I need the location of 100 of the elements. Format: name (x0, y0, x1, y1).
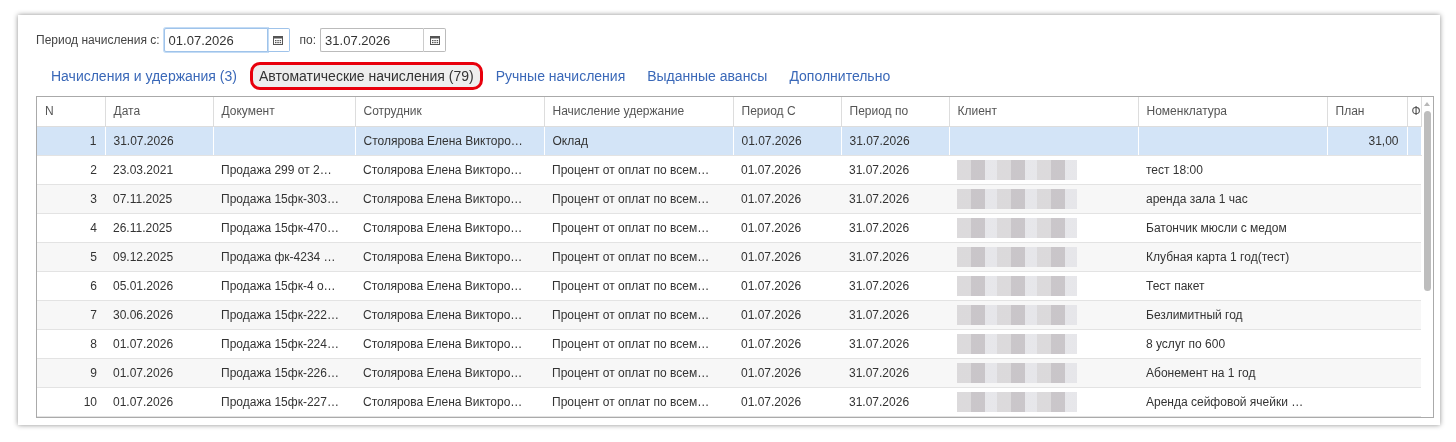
table-cell: Продажа 15фк-4 о… (221, 278, 336, 293)
table-cell: 2 (90, 162, 97, 177)
table-cell: тест 18:00 (1146, 162, 1203, 177)
table-cell: Безлимитный год (1146, 307, 1243, 322)
table-cell: 23.03.2021 (113, 162, 174, 177)
table-cell: аренда зала 1 час (1146, 191, 1248, 206)
table-cell: 31.07.2026 (849, 394, 910, 409)
field-label: Период начисления с: (36, 33, 160, 47)
table-cell: 01.07.2026 (741, 278, 802, 293)
table-cell: Батончик мюсли с медом (1146, 220, 1287, 235)
table-cell: Продажа 299 от 2… (221, 162, 332, 177)
table-cell: Продажа 15фк-470… (221, 220, 339, 235)
table-cell: Продажа фк-4234 … (221, 249, 336, 264)
table-row[interactable]: 2 23.03.2021 Продажа 299 от 2… Столярова Елена Викторо… Процент от оплат по всем… 01.07.2026 31.07.2026 тест 18:00 (37, 155, 1421, 184)
table-cell: Процент от оплат по всем… (552, 365, 710, 380)
table-cell: 7 (90, 307, 97, 322)
table-cell: 31,00 (1368, 133, 1399, 148)
table-cell: Столярова Елена Викторо… (363, 191, 523, 206)
table-cell: 01.07.2026 (113, 336, 174, 351)
tab[interactable]: Начисления и удержания (3) (42, 62, 246, 90)
table-cell: 26.11.2025 (113, 220, 173, 235)
table-cell: Продажа 15фк-227… (221, 394, 339, 409)
table-row[interactable]: 9 01.07.2026 Продажа 15фк-226… Столярова Елена Викторо… Процент от оплат по всем… 01.07.2026 31.07.2026 Абонемент на 1 год (37, 358, 1421, 387)
table-cell: Процент от оплат по всем… (552, 220, 710, 235)
column-header[interactable]: Начисление удержание (544, 97, 733, 126)
table-cell: 30.06.2026 (113, 307, 174, 322)
table-cell: 01.07.2026 (741, 162, 802, 177)
table-cell: 07.11.2025 (113, 191, 173, 206)
table-row[interactable]: 7 30.06.2026 Продажа 15фк-222… Столярова Елена Викторо… Процент от оплат по всем… 01.07.2026 31.07.2026 Безлимитный год (37, 300, 1421, 329)
table-cell: Столярова Елена Викторо… (363, 307, 523, 322)
table-cell: 31.07.2026 (849, 307, 910, 322)
table-cell: 01.07.2026 (113, 365, 174, 380)
table-cell: 31.07.2026 (849, 191, 910, 206)
table-cell: Тест пакет (1146, 278, 1205, 293)
calendar-icon (429, 35, 440, 45)
table-cell: Столярова Елена Викторо… (363, 394, 523, 409)
tab[interactable]: Ручные начисления (486, 62, 635, 90)
table-cell: 01.07.2026 (741, 191, 802, 206)
table-row[interactable]: 1 31.07.2026 Столярова Елена Викторо… Оклад 01.07.2026 31.07.2026 31,00 (37, 126, 1421, 155)
table-cell: Клубная карта 1 год(тест) (1146, 249, 1290, 264)
table-cell: 01.07.2026 (113, 394, 174, 409)
table-cell: 31.07.2026 (849, 278, 910, 293)
table-row[interactable]: 4 26.11.2025 Продажа 15фк-470… Столярова Елена Викторо… Процент от оплат по всем… 01.07.2026 31.07.2026 Батончик мюсли с медом (37, 213, 1421, 242)
table-row[interactable]: 10 01.07.2026 Продажа 15фк-227… Столярова Елена Викторо… Процент от оплат по всем… 01.07.2026 31.07.2026 Аренда сейфовой ячейки … (37, 387, 1421, 416)
table-row[interactable]: 6 05.01.2026 Продажа 15фк-4 о… Столярова Елена Викторо… Процент от оплат по всем… 01.07.2026 31.07.2026 Тест пакет (37, 271, 1421, 300)
table-cell: 01.07.2026 (741, 249, 802, 264)
tab[interactable]: Выданные авансы (638, 62, 777, 90)
table-row[interactable]: 5 09.12.2025 Продажа фк-4234 … Столярова Елена Викторо… Процент от оплат по всем… 01.07.2026 31.07.2026 Клубная карта 1 год(тест) (37, 242, 1421, 271)
tab[interactable]: Автоматические начисления (79) (249, 62, 483, 90)
table-cell: 31.07.2026 (849, 365, 910, 380)
table-cell: Процент от оплат по всем… (552, 336, 710, 351)
table-cell: Продажа 15фк-224… (221, 336, 339, 351)
column-header[interactable]: Номенклатура (1138, 97, 1327, 126)
column-header[interactable]: Период по (841, 97, 949, 126)
column-header[interactable]: Документ (213, 97, 355, 126)
table-cell: Столярова Елена Викторо… (363, 133, 523, 148)
table-cell: 31.07.2026 (849, 249, 910, 264)
column-header[interactable]: Сотрудник (355, 97, 544, 126)
calendar-icon (273, 35, 284, 45)
table-cell: 4 (90, 220, 97, 235)
table-cell: 3 (90, 191, 97, 206)
column-header[interactable]: Период С (733, 97, 841, 126)
table-cell: 1 (89, 133, 97, 148)
table-row[interactable]: 3 07.11.2025 Продажа 15фк-303… Столярова Елена Викторо… Процент от оплат по всем… 01.07.2026 31.07.2026 аренда зала 1 час (37, 184, 1421, 213)
table-cell: 01.07.2026 (741, 394, 802, 409)
field-label: по: (299, 33, 317, 47)
table-cell: 31.07.2026 (849, 133, 910, 148)
table-cell: 31.07.2026 (849, 336, 910, 351)
table-cell: Столярова Елена Викторо… (363, 220, 523, 235)
table-cell: 09.12.2025 (113, 249, 174, 264)
table-cell: 8 услуг по 600 (1146, 336, 1226, 351)
table-cell: Процент от оплат по всем… (552, 307, 710, 322)
table-cell: Продажа 15фк-226… (221, 365, 339, 380)
table-row[interactable]: 8 01.07.2026 Продажа 15фк-224… Столярова Елена Викторо… Процент от оплат по всем… 01.07.2026 31.07.2026 8 услуг по 600 (37, 329, 1421, 358)
table-cell: Процент от оплат по всем… (552, 249, 710, 264)
table-cell: Столярова Елена Викторо… (363, 336, 523, 351)
table-cell: 31.07.2026 (849, 162, 910, 177)
table-cell: Столярова Елена Викторо… (363, 365, 523, 380)
table-cell: Продажа 15фк-222… (221, 307, 339, 322)
column-header[interactable]: Клиент (949, 97, 1138, 126)
table-cell: 31.07.2026 (113, 133, 174, 148)
calendar-button[interactable] (424, 28, 447, 52)
column-header[interactable]: План (1327, 97, 1407, 126)
table-cell: Оклад (552, 133, 588, 148)
date-field[interactable]: 31.07.2026 (320, 28, 425, 52)
table-cell: 05.01.2026 (113, 278, 174, 293)
table-cell: Абонемент на 1 год (1146, 365, 1256, 380)
table-cell: 31.07.2026 (849, 220, 910, 235)
calendar-button[interactable] (267, 28, 290, 52)
table-cell: Продажа 15фк-303… (221, 191, 339, 206)
table-cell: 01.07.2026 (741, 220, 802, 235)
tab[interactable]: Дополнительно (780, 62, 900, 90)
date-field[interactable]: 01.07.2026 (163, 28, 268, 52)
column-header[interactable]: Ф (1407, 97, 1421, 126)
table-cell: 01.07.2026 (741, 365, 802, 380)
table-cell: Аренда сейфовой ячейки … (1146, 394, 1304, 409)
table-cell: Процент от оплат по всем… (552, 191, 710, 206)
column-header[interactable]: N (37, 97, 105, 126)
column-header[interactable]: Дата (105, 97, 213, 126)
table-cell: Столярова Елена Викторо… (363, 278, 523, 293)
